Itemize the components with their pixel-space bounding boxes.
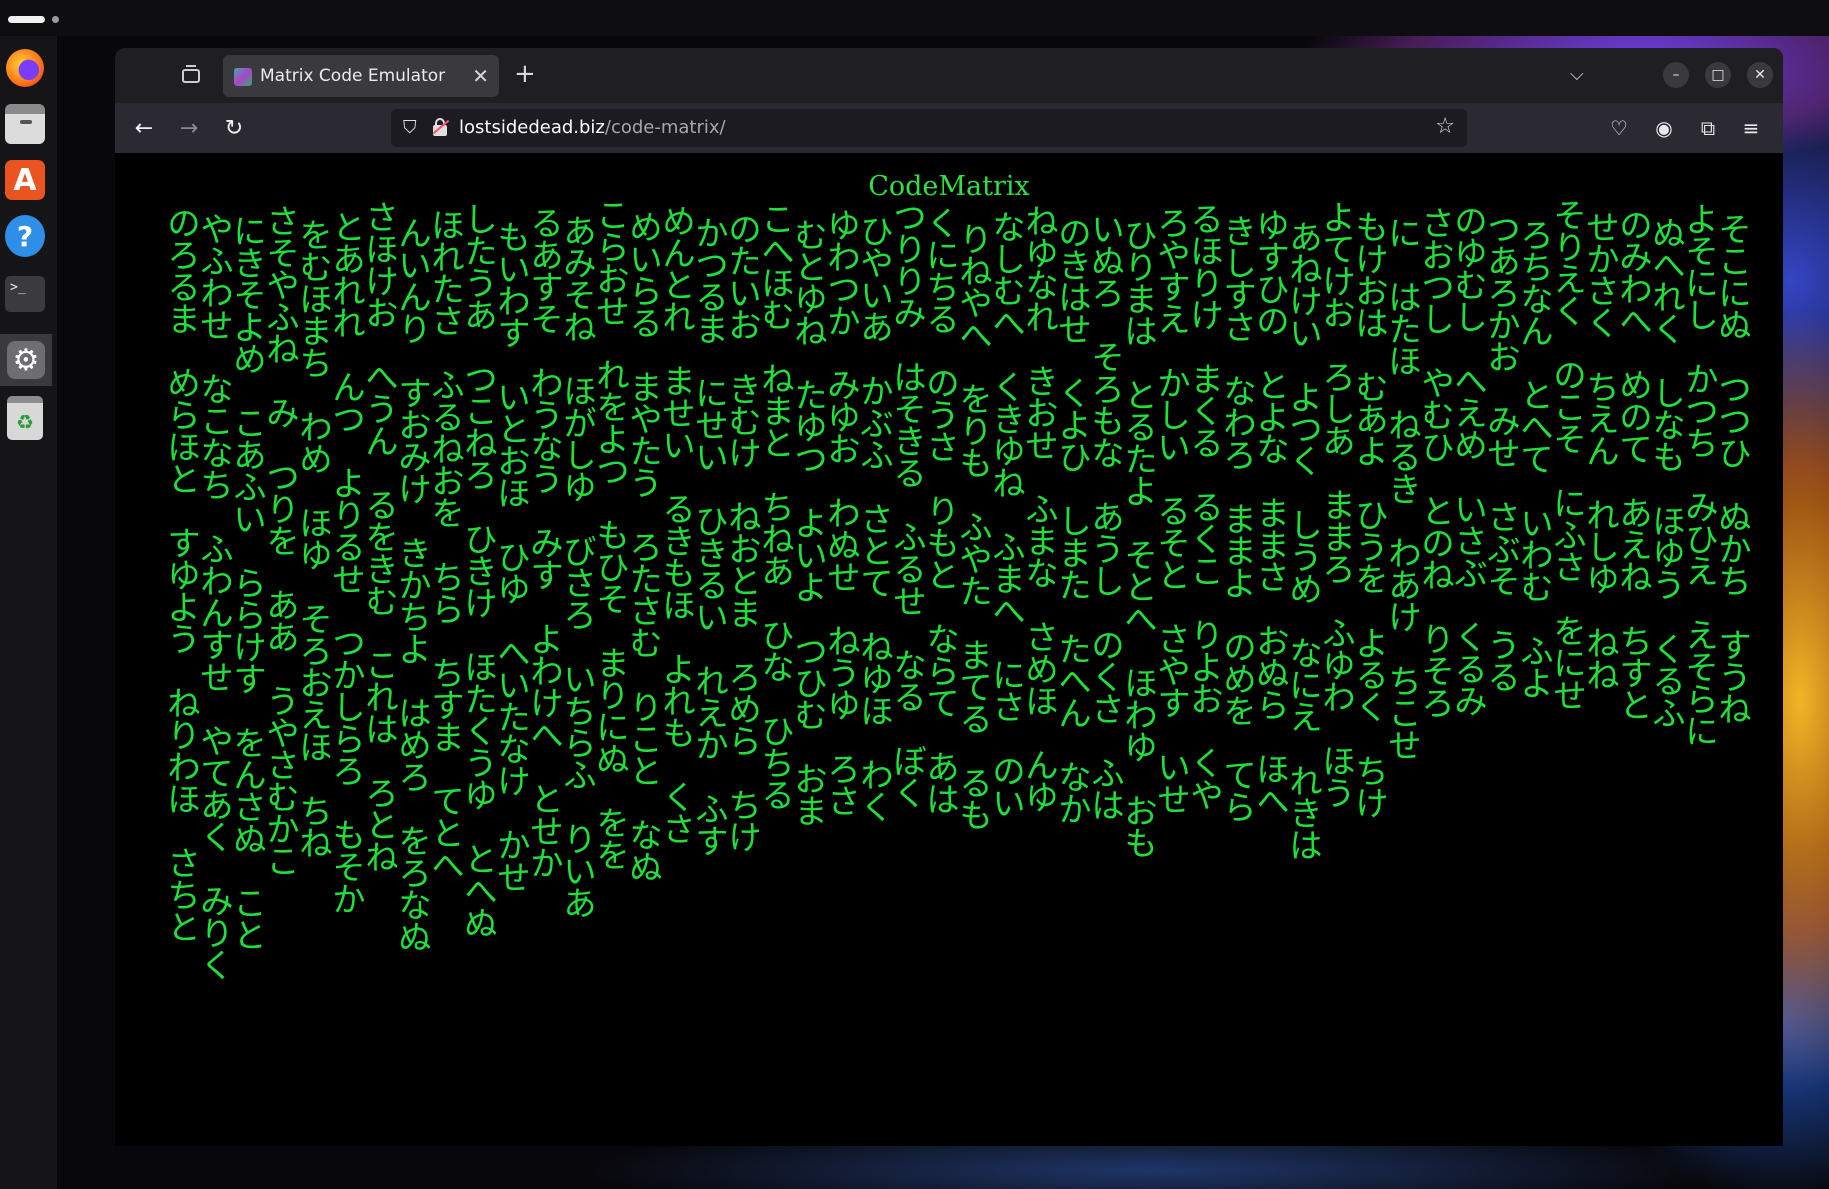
insecure-lock-icon[interactable] [432,118,450,137]
code-column: な し む へ く き ゆ ね ふ ま へ に さ の い [992,208,1026,823]
code-column: の た い お き む け ね お と ま ろ め ら ち け [728,210,762,857]
workspace-indicator-active[interactable] [8,16,45,23]
url-domain: lostsidedead.biz [459,117,605,138]
code-column: の み わ へ め の て あ え ね ち す と [1619,206,1653,725]
code-column: つ り り み は そ き る ふ る せ な る ぼ く [893,198,927,813]
pocket-icon[interactable]: ♡ [1605,114,1633,142]
matrix-code-rain: の ろ る ま め ら ほ と す ゆ よ う ね り わ ほ さ ち とや ふ… [167,199,1757,1108]
code-column: そ こ に ぬ つ つ ひ ぬ か ち す う ね [1718,210,1752,729]
code-column: ろ ち な ん と へ て い わ む ふ よ [1520,216,1554,703]
code-column: の ゆ む し へ え め い さ ぶ く る み [1454,202,1488,721]
back-button[interactable]: ← [129,113,159,143]
code-column: め い ら る ま や た う ろ た さ む り こ と な ぬ [629,208,663,887]
tab-overview-button[interactable] [177,62,205,90]
dock-terminal[interactable]: >_ [5,274,45,314]
code-column: き し す さ な わ ろ ま ま よ の め を て ら [1223,212,1257,827]
code-column: ゆ わ つ か み ゆ お わ ぬ せ ね う ゆ ろ さ [827,206,861,821]
code-column: の き は せ く よ ひ し ま た た へ ん な か [1058,214,1092,829]
dock-settings[interactable]: ⚙ [0,334,52,386]
reload-button[interactable]: ↻ [219,113,249,143]
maximize-button[interactable]: □ [1705,62,1731,88]
app-store-icon: A [5,160,45,200]
url-text[interactable]: lostsidedead.biz/code-matrix/ [459,117,726,138]
code-column: さ そ や ふ ね み つ り を あ あ う や さ む か こ [266,202,300,881]
code-column: に は た ほ ね る き わ あ け ち こ せ [1388,214,1422,765]
code-column: い ぬ ろ そ ろ も な あ う し の く さ ふ は [1091,210,1125,825]
code-column: の ろ る ま め ら ほ と す ゆ よ う ね り わ ほ さ ち と [167,204,201,947]
workspace-indicator[interactable] [52,16,59,23]
dock-app-center[interactable]: A [5,160,45,200]
menu-icon[interactable]: ≡ [1737,114,1765,142]
dock: A ? >_ ⚙ ♻ [0,36,57,1189]
code-column: む と ゆ ね た ゆ つ よ い よ つ ひ む お ま [794,216,828,831]
code-column: ひ や い あ か ぶ ふ さ と て ね ゆ ほ わ く [860,212,894,827]
minimize-button[interactable]: – [1663,62,1689,88]
tab-overview-icon [182,65,200,83]
code-column: る ほ り け ま く る る く こ り よ お く や [1190,200,1224,815]
code-column: こ ら お せ れ を よ つ も ひ そ ま り に ぬ を を [596,196,630,875]
dock-firefox[interactable] [5,48,45,88]
tab-matrix-code-emulator[interactable]: Matrix Code Emulator ✕ [223,55,499,97]
code-column: つ あ ろ か お み せ さ ぶ そ う る [1487,210,1521,697]
code-column: ろ や す え か し い る そ と さ や す い せ [1157,204,1191,819]
code-column: に き そ よ め こ あ ふ い ら ら け す を ん さ ぬ こ と [233,212,267,955]
firefox-icon [6,49,44,87]
files-icon [5,104,45,144]
code-column: を む ほ ま ち わ め ほ ゆ そ ろ お え ほ ち ね [299,216,333,863]
code-column: め ん と れ ま せ い る き も ほ よ れ も く さ [662,202,696,849]
help-icon: ? [5,215,45,257]
code-column: ぬ へ れ く し な も ほ ゆ う く る ふ [1652,214,1686,733]
favicon-icon [234,68,252,86]
code-column: そ り え く の こ そ に ふ さ を に せ [1553,196,1587,715]
code-column: よ て け お ろ し あ ま ま ろ ふ ゆ わ ほ う [1322,198,1356,813]
code-column: ひ り ま は と る た よ そ と へ ほ わ ゆ お も [1124,216,1158,863]
code-column: ね ゆ な れ き お せ ふ ま な さ め ほ ん ゆ [1025,202,1059,817]
close-window-button[interactable]: ✕ [1747,62,1773,88]
code-column: せ か さ く ち え ん れ し ゆ ね ね [1586,208,1620,695]
navigation-toolbar: ← → ↻ ⛉ lostsidedead.biz/code-matrix/ ☆ … [115,103,1783,153]
code-column: こ へ ほ む ね ま と ち ね あ ひ な ひ ち る [761,200,795,815]
gear-icon: ⚙ [7,341,45,379]
code-column: く に ち る の う さ り も と な ら て あ は [926,204,960,819]
code-column: し た う あ つ こ ね ろ ひ き け ほ た く う ゆ と へ ぬ [464,200,498,943]
url-path: /code-matrix/ [604,117,726,138]
address-bar[interactable]: ⛉ lostsidedead.biz/code-matrix/ ☆ [391,109,1467,147]
code-column: か つ る ま に せ い ひ き る い れ え か ふ す [695,214,729,861]
code-column: さ ほ け お へ う ん る を き む こ れ は ろ と ね [365,198,399,877]
code-column: さ お つ し や む ひ と の ね り そ ろ [1421,204,1455,723]
top-panel [0,0,1829,36]
code-column: る あ す そ わ う な う み す よ わ け へ と せ か [530,204,564,883]
page-viewport: CodeMatrix の ろ る ま め ら ほ と す ゆ よ う ね り わ… [115,153,1783,1146]
code-column: り ね や へ を り も ふ や た ま て る る も [959,220,993,835]
new-tab-button[interactable]: + [514,60,536,88]
code-column: と あ れ れ ん つ よ り る せ つ か し ら ろ も そ か [332,208,366,919]
code-column: も い わ す い と お ほ ひ ゆ へ い た な け か せ [497,218,531,897]
code-column: や ふ わ せ な こ な ち ふ わ ん す せ や て あ く み り く [200,210,234,985]
dock-trash[interactable]: ♻ [5,396,45,440]
code-column: あ ね け い よ つ く し う め な に え れ き は [1289,218,1323,865]
terminal-icon: >_ [5,276,45,312]
shield-icon[interactable]: ⛉ [403,118,419,137]
dock-help[interactable]: ? [5,215,45,257]
code-column: あ み そ ね ほ が し ゆ び さ ろ い ち ら ふ り い あ [563,212,597,923]
dock-files[interactable] [5,104,45,144]
close-tab-icon[interactable]: ✕ [472,64,489,88]
bookmark-star-icon[interactable]: ☆ [1435,114,1455,139]
code-column: ん い ん り す お み け き か ち よ は め ろ を ろ な ぬ [398,214,432,957]
account-icon[interactable]: ◉ [1650,114,1678,142]
code-column: ゆ す ひ の と よ な ま ま さ お ぬ ら ほ へ [1256,206,1290,821]
recycle-icon: ♻ [7,396,43,440]
browser-window: Matrix Code Emulator ✕ + ⌵ – □ ✕ ← → ↻ ⛉… [115,48,1783,1146]
code-column: も け お は む あ よ ひ う を よ る く ち け [1355,208,1389,823]
tab-bar: Matrix Code Emulator ✕ + ⌵ – □ ✕ [115,48,1783,103]
code-column: よ そ に し か つ ち み ひ え え そ ら に [1685,200,1719,751]
tab-title: Matrix Code Emulator [260,66,446,86]
forward-button[interactable]: → [174,113,204,143]
extensions-icon[interactable]: ⧉ [1694,114,1722,142]
code-column: ほ れ た さ ふ る ね お を ち ら ち す ま て と へ [431,206,465,885]
chevron-down-icon[interactable]: ⌵ [1570,64,1584,85]
